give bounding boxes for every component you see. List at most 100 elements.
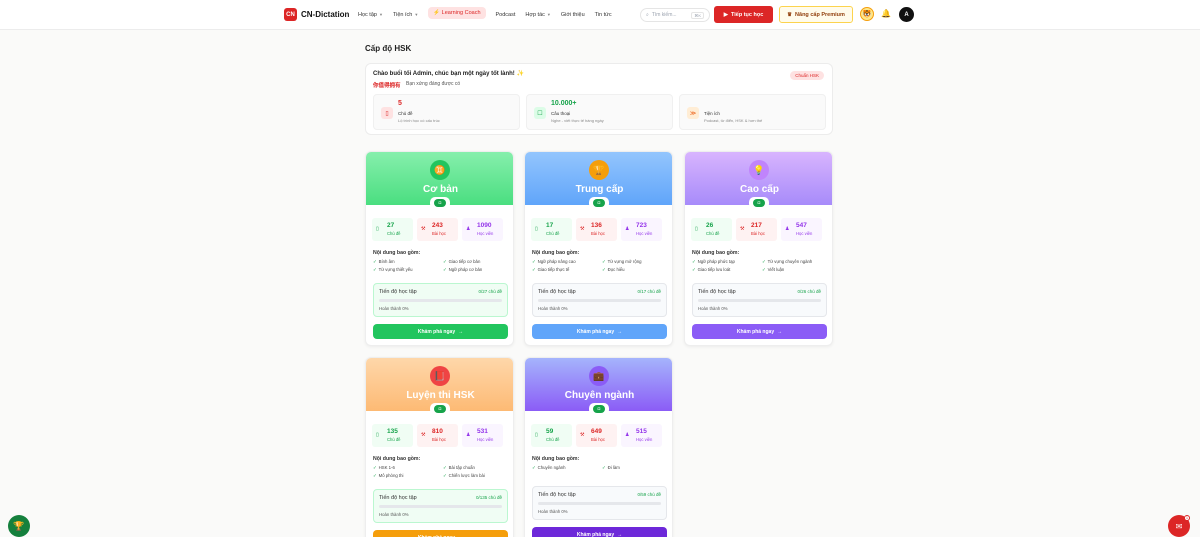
- nav-item-learning-coach[interactable]: ⚡ Learning Coach: [428, 7, 486, 19]
- level-stat-value: 135: [387, 428, 398, 435]
- level-icon: 💡: [749, 160, 769, 180]
- level-icon: 📕: [430, 366, 450, 386]
- progress-percent: Hoàn thành 0%: [538, 306, 568, 311]
- crown-icon: ♛: [787, 11, 793, 18]
- level-stat: ▯ 135 Chủ đề: [372, 424, 413, 447]
- greeting-text: Chào buổi tối Admin, chúc bạn một ngày t…: [373, 71, 524, 77]
- content-item: ✓ Ngữ pháp cơ bản: [443, 267, 483, 272]
- explore-button[interactable]: Khám phá ngay→: [532, 324, 667, 339]
- level-title: Trung cấp: [575, 184, 624, 195]
- chat-fab-button[interactable]: ✉ 1: [1168, 515, 1190, 537]
- level-stat-value: 26: [706, 222, 714, 229]
- level-stat-label: Học viên: [477, 231, 494, 236]
- content-heading: Nội dung bao gồm:: [373, 250, 421, 256]
- stat-icon: ⚒: [421, 432, 426, 438]
- level-card[interactable]: 💼 Chuyên ngành ◘ ▯ 59 Chủ đề ⚒ 649 Bài học ♟ 515 Họ…: [524, 357, 673, 537]
- content-item: ✓ Từ vựng chuyên ngành: [762, 259, 813, 264]
- chevron-down-icon: ▼: [546, 11, 551, 17]
- level-card[interactable]: 💡 Cao cấp ◘ ▯ 26 Chủ đề ⚒ 217 Bài học ♟ 547 Học viê…: [684, 151, 833, 346]
- level-stat-label: Chủ đề: [546, 231, 560, 236]
- level-stat: ♟ 531 Học viên: [462, 424, 503, 447]
- level-stat-value: 531: [477, 428, 488, 435]
- nav-item-gioi-thieu[interactable]: Giới thiệu: [561, 12, 585, 18]
- check-icon: ✓: [443, 259, 447, 264]
- progress-box: Tiến độ học tập 0/135 chủ đề Hoàn thành 0%: [373, 489, 508, 523]
- stat-icon: ⚒: [580, 432, 585, 438]
- user-avatar[interactable]: A: [899, 7, 914, 22]
- content-list: ✓ HSK 1-6 ✓ Bài tập chuẩn ✓ Mô phỏng thi ✓ Chiế…: [373, 465, 509, 479]
- explore-button[interactable]: Khám phá ngay→: [532, 527, 667, 537]
- search-input[interactable]: ⌕ Tìm kiếm... ⌘K: [640, 8, 710, 22]
- logo[interactable]: CN CN-Dictation: [284, 8, 349, 21]
- progress-bar: [698, 299, 821, 302]
- explore-button[interactable]: Khám phá ngay→: [692, 324, 827, 339]
- explore-button[interactable]: Khám phá ngay→: [373, 530, 508, 537]
- content-list: ✓ Ngữ pháp nâng cao ✓ Từ vựng mở rộng ✓ Giao …: [532, 259, 668, 273]
- content-item: ✓ Từ vựng thiết yếu: [373, 267, 413, 272]
- shield-icon: ◘: [753, 199, 765, 207]
- level-stat-label: Bài học: [751, 231, 765, 236]
- content-item: ✓ Chuyên ngành: [532, 465, 566, 470]
- check-icon: ✓: [602, 465, 606, 470]
- level-title: Chuyên ngành: [564, 390, 635, 401]
- stat-value: 5: [398, 100, 402, 107]
- check-icon: ✓: [692, 259, 696, 264]
- level-stat: ⚒ 217 Bài học: [736, 218, 777, 241]
- level-stat-label: Chủ đề: [546, 437, 560, 442]
- search-icon: ⌕: [646, 12, 649, 18]
- level-card[interactable]: 🏆 Trung cấp ◘ ▯ 17 Chủ đề ⚒ 136 Bài học ♟ 723 Học v…: [524, 151, 673, 346]
- content-item: ✓ Đọc hiểu: [602, 267, 625, 272]
- level-stat-value: 217: [751, 222, 762, 229]
- check-icon: ✓: [602, 267, 606, 272]
- level-stat-label: Chủ đề: [706, 231, 720, 236]
- chinese-quote: 你值得拥有: [373, 83, 401, 89]
- check-icon: ✓: [532, 267, 536, 272]
- check-icon: ✓: [443, 473, 447, 478]
- stat-description: Nghe - viết thực tế hàng ngày: [551, 118, 604, 123]
- shield-icon: ◘: [434, 405, 446, 413]
- level-stats: ▯ 59 Chủ đề ⚒ 649 Bài học ♟ 515 Học viên: [531, 424, 662, 447]
- welcome-stat: ▯ 5 Chủ đề Lộ trình học có cấu trúc: [373, 94, 520, 130]
- level-icon: ♊: [430, 160, 450, 180]
- stat-value: 10.000+: [551, 100, 577, 107]
- nav-item-hop-tac[interactable]: Hợp tác ▼: [525, 12, 550, 18]
- stat-icon: ⚒: [740, 226, 745, 232]
- trophy-fab-button[interactable]: 🏆: [8, 515, 30, 537]
- stat-icon: ▯: [535, 432, 538, 438]
- chevron-down-icon: ▼: [414, 11, 419, 17]
- level-card[interactable]: ♊ Cơ bản ◘ ▯ 27 Chủ đề ⚒ 243 Bài học ♟ 1090 Học viê…: [365, 151, 514, 346]
- chevron-down-icon: ▼: [378, 11, 383, 17]
- level-stat-label: Học viên: [796, 231, 813, 236]
- hsk-standard-badge: Chuẩn HSK: [790, 71, 824, 80]
- level-stat-value: 27: [387, 222, 395, 229]
- stat-icon: ⚒: [580, 226, 585, 232]
- level-stat-value: 136: [591, 222, 602, 229]
- bell-icon[interactable]: 🔔: [881, 9, 891, 18]
- check-icon: ✓: [532, 259, 536, 264]
- check-icon: ✓: [373, 259, 377, 264]
- explore-button[interactable]: Khám phá ngay→: [373, 324, 508, 339]
- nav-item-tin-tuc[interactable]: Tin tức: [595, 12, 612, 18]
- content-item: ✓ Ngữ pháp phức tạp: [692, 259, 735, 264]
- level-stat-label: Học viên: [636, 437, 653, 442]
- level-stat-label: Chủ đề: [387, 231, 401, 236]
- level-stat-value: 243: [432, 222, 443, 229]
- nav-item-hoc-tap[interactable]: Học tập ▼: [358, 12, 383, 18]
- level-icon: 🏆: [589, 160, 609, 180]
- level-card[interactable]: 📕 Luyện thi HSK ◘ ▯ 135 Chủ đề ⚒ 810 Bài học ♟ 531…: [365, 357, 514, 537]
- stat-icon: ▯: [376, 432, 379, 438]
- content-heading: Nội dung bao gồm:: [373, 456, 421, 462]
- nav-item-podcast[interactable]: Podcast: [496, 12, 516, 18]
- page-title: Cấp độ HSK: [365, 44, 412, 53]
- mascot-avatar[interactable]: 🐯: [860, 7, 874, 21]
- progress-bar: [379, 299, 502, 302]
- nav-item-tien-ich[interactable]: Tiện ích ▼: [393, 12, 418, 18]
- check-icon: ✓: [373, 267, 377, 272]
- progress-bar: [538, 502, 661, 505]
- continue-learning-button[interactable]: ▶ Tiếp tục học: [714, 6, 773, 23]
- upgrade-premium-button[interactable]: ♛ Nâng cấp Premium: [779, 6, 853, 23]
- welcome-stat: ≫ Tiện ích Podcast, từ điển, HSK & hơn thế: [679, 94, 826, 130]
- level-stat-label: Bài học: [591, 437, 605, 442]
- search-shortcut: ⌘K: [691, 11, 704, 19]
- stat-icon: ▯: [535, 226, 538, 232]
